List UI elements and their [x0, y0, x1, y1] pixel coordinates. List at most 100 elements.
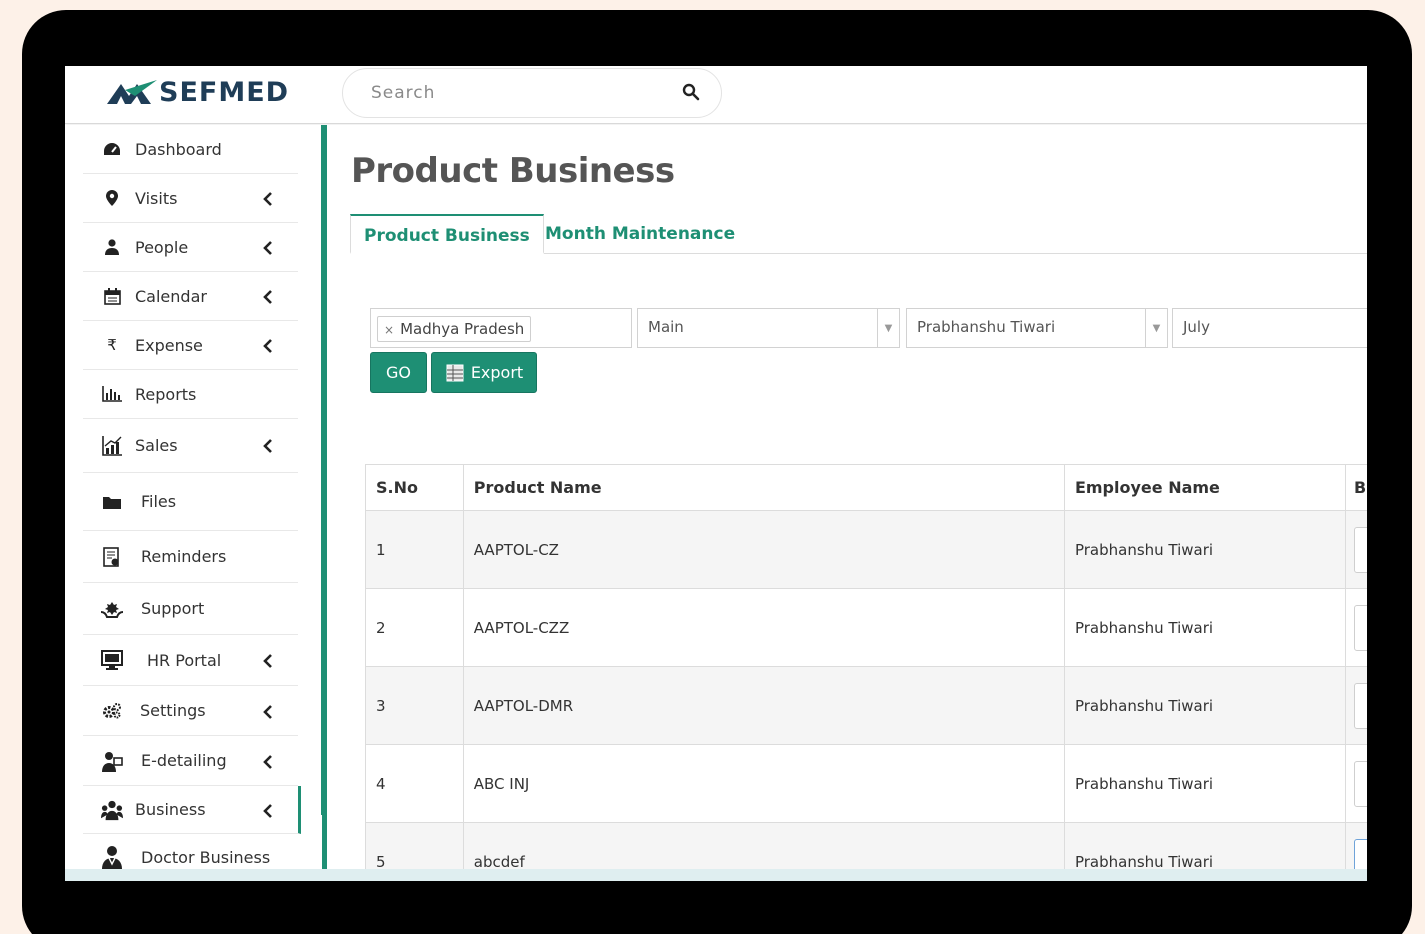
sales-chart-icon [101, 435, 123, 457]
sefmed-logo[interactable]: SEFMED [107, 76, 290, 108]
cell-product: AAPTOL-CZZ [462, 588, 1065, 667]
cell-product: AAPTOL-CZ [462, 510, 1065, 589]
sidebar-item-business[interactable]: Business [83, 786, 301, 834]
reminder-icon [101, 546, 123, 568]
value-input[interactable] [1353, 760, 1367, 807]
top-bar: SEFMED [65, 66, 1367, 124]
cell-product: AAPTOL-DMR [462, 666, 1065, 745]
division-select[interactable]: Main ▼ [637, 308, 900, 348]
cell-employee: Prabhanshu Tiwari [1063, 666, 1346, 745]
value-input[interactable] [1353, 604, 1367, 651]
search-box [342, 68, 722, 118]
sidebar-item-calendar[interactable]: Calendar [83, 272, 298, 321]
page-title: Product Business [351, 151, 675, 191]
table-row: 2 AAPTOL-CZZ Prabhanshu Tiwari [365, 588, 1367, 667]
cell-sno: 4 [365, 744, 464, 823]
remove-chip-icon[interactable]: × [384, 323, 394, 337]
logo-mark-icon [107, 80, 157, 104]
sidebar-item-dashboard[interactable]: Dashboard [83, 125, 298, 174]
cell-sno: 3 [365, 666, 464, 745]
user-icon [101, 236, 123, 258]
chevron-left-icon [263, 290, 272, 304]
bottom-edge [65, 869, 1367, 881]
export-label: Export [470, 363, 524, 382]
cell-input [1344, 744, 1367, 823]
sidebar-scrollbar[interactable] [321, 125, 326, 815]
cell-employee: Prabhanshu Tiwari [1063, 744, 1346, 823]
rupee-icon: ₹ [107, 336, 117, 354]
table-header-row: S.No Product Name Employee Name B [365, 464, 1367, 511]
sidebar-item-reminders[interactable]: Reminders [83, 531, 298, 583]
chevron-left-icon [263, 804, 272, 818]
main-content: Product Business Product Business Month … [327, 125, 1367, 881]
go-button[interactable]: GO [370, 352, 427, 393]
sidebar-item-e-detailing[interactable]: E-detailing [83, 736, 298, 786]
sidebar-item-sales[interactable]: Sales [83, 419, 298, 473]
presenter-icon [101, 750, 123, 772]
dropdown-arrow-icon: ▼ [1145, 309, 1167, 347]
calendar-icon [101, 285, 123, 307]
export-button[interactable]: Export [431, 352, 537, 393]
sidebar-item-settings[interactable]: Settings [83, 686, 298, 736]
table-row: 1 AAPTOL-CZ Prabhanshu Tiwari [365, 510, 1367, 589]
app-screen: SEFMED Dashboard Visits [65, 66, 1367, 881]
month-select[interactable]: July [1172, 308, 1367, 348]
product-business-table: S.No Product Name Employee Name B 1 AAPT… [365, 464, 1367, 881]
bar-chart-icon [101, 383, 123, 405]
cell-employee: Prabhanshu Tiwari [1063, 588, 1346, 667]
spreadsheet-icon [446, 364, 464, 381]
cell-input [1344, 588, 1367, 667]
cell-product: ABC INJ [462, 744, 1065, 823]
column-header-b[interactable]: B [1344, 464, 1367, 511]
chevron-left-icon [263, 654, 272, 668]
sidebar-item-expense[interactable]: ₹ Expense [83, 321, 298, 370]
gears-icon [101, 700, 123, 722]
cell-input [1344, 510, 1367, 589]
cell-sno: 1 [365, 510, 464, 589]
support-icon [101, 598, 123, 620]
dashboard-icon [101, 138, 123, 160]
chevron-left-icon [263, 192, 272, 206]
cell-sno: 2 [365, 588, 464, 667]
monitor-icon [101, 649, 123, 671]
search-input[interactable] [371, 82, 671, 104]
employee-value: Prabhanshu Tiwari [917, 318, 1056, 336]
state-chip: × Madhya Pradesh [377, 316, 532, 342]
chevron-left-icon [263, 339, 272, 353]
sidebar-item-people[interactable]: People [83, 223, 298, 272]
sidebar-item-hr-portal[interactable]: HR Portal [83, 635, 298, 686]
column-header-product-name[interactable]: Product Name [462, 464, 1065, 511]
value-input[interactable] [1353, 526, 1367, 573]
tab-month-maintenance[interactable]: Month Maintenance [532, 214, 748, 254]
state-chip-label: Madhya Pradesh [400, 320, 525, 338]
state-multiselect[interactable]: × Madhya Pradesh [370, 308, 632, 348]
chevron-left-icon [263, 755, 272, 769]
cell-input [1344, 666, 1367, 745]
map-marker-icon [101, 187, 123, 209]
logo-text: SEFMED [159, 76, 290, 108]
cell-employee: Prabhanshu Tiwari [1063, 510, 1346, 589]
chevron-left-icon [263, 705, 272, 719]
search-icon[interactable] [681, 82, 701, 102]
doctor-icon [101, 846, 123, 869]
column-header-sno[interactable]: S.No [365, 464, 464, 511]
division-value: Main [648, 318, 684, 336]
table-row: 3 AAPTOL-DMR Prabhanshu Tiwari [365, 666, 1367, 745]
tab-product-business[interactable]: Product Business [350, 214, 544, 254]
value-input[interactable] [1353, 682, 1367, 729]
folder-icon [101, 491, 123, 513]
month-value: July [1183, 318, 1210, 336]
sidebar-item-visits[interactable]: Visits [83, 174, 298, 223]
chevron-left-icon [263, 439, 272, 453]
sidebar-item-files[interactable]: Files [83, 473, 298, 531]
sidebar-item-support[interactable]: Support [83, 583, 298, 635]
sidebar-item-reports[interactable]: Reports [83, 370, 298, 419]
tab-bar: Product Business Month Maintenance [350, 214, 1367, 254]
sidebar: Dashboard Visits People Calendar ₹ Expen… [65, 125, 327, 881]
business-icon [101, 799, 123, 821]
table-row: 4 ABC INJ Prabhanshu Tiwari [365, 744, 1367, 823]
column-header-employee-name[interactable]: Employee Name [1063, 464, 1346, 511]
employee-select[interactable]: Prabhanshu Tiwari ▼ [906, 308, 1168, 348]
dropdown-arrow-icon: ▼ [877, 309, 899, 347]
chevron-left-icon [263, 241, 272, 255]
